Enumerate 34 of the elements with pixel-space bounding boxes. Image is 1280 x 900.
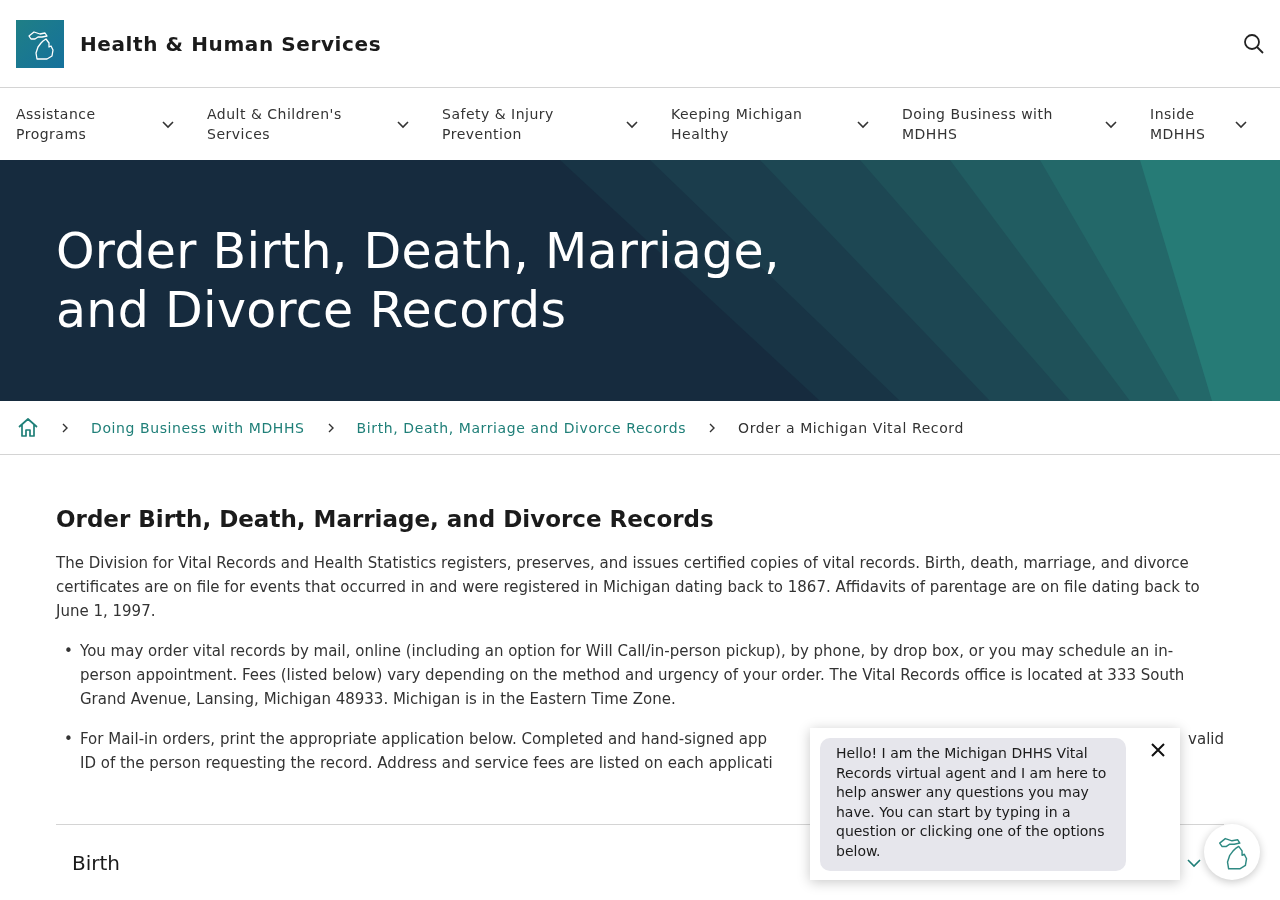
nav-menu-item[interactable]: Safety & Injury Prevention [442,104,613,144]
bullet-marker: • [64,641,70,662]
chevron-down-icon [856,119,870,129]
breadcrumb-current: Order a Michigan Vital Record [738,419,964,436]
nav-menu-item[interactable]: Adult & Children's Services [207,104,384,144]
nav-menu-item[interactable]: Doing Business with MDHHS [902,104,1092,144]
chat-launcher-button[interactable] [1204,824,1260,880]
chevron-right-icon [326,422,335,433]
nav-menu-item[interactable]: Keeping Michigan Healthy [671,104,844,144]
bullet-text: ID of the person requesting the record. Address and service fees are listed on each applicati [80,753,773,774]
home-icon[interactable] [17,417,39,438]
chat-message: Hello! I am the Michigan DHHS Vital Records virtual agent and I am here to help answer any questions you may have. You can start by typing in a question or clicking one of the options below. [820,738,1126,871]
chevron-down-icon [396,119,410,129]
bullet-marker: • [64,729,70,750]
breadcrumb-link[interactable]: Doing Business with MDHHS [91,419,305,436]
search-icon[interactable] [1243,33,1264,54]
bullet-text: For Mail-in orders, print the appropriate application below. Completed and hand-signed app [80,729,767,750]
chevron-down-icon [161,119,175,129]
bullet-text: You may order vital records by mail, online (including an option for Will Call/in-person pickup), by phone, by drop box, or you may schedule an in-person appointment. Fees (listed below) vary depending on the method and urgency of your order. The Vital Records office is located at 333 South Grand Avenue, Lansing, Michigan 48933. Michigan is in the Eastern Time Zone. [80,642,1185,708]
chevron-down-icon [1234,119,1248,129]
page-banner-title: Order Birth, Death, Marriage, and Divorce Records [55,222,781,340]
site-title[interactable]: Health & Human Services [80,31,382,56]
section-heading: Order Birth, Death, Marriage, and Divorce Records [56,505,715,534]
bullet-text: valid [1188,729,1224,750]
chevron-right-icon [61,422,69,433]
nav-menu-item[interactable]: Assistance Programs [16,104,149,144]
logo-icon[interactable] [16,19,64,68]
breadcrumb-link[interactable]: Birth, Death, Marriage and Divorce Records [356,419,687,436]
intro-paragraph: The Division for Vital Records and Health Statistics registers, preserves, and issues certified copies of vital records. Birth, death, marriage, and divorce certificates are on file for events that occurred in and were registered in Michigan dating back to 1867. Affidavits of parentage are on file dating back to June 1, 1997. [56,553,1201,622]
nav-menu-item[interactable]: Inside MDHHS [1150,104,1222,144]
chevron-down-icon [625,119,639,129]
chevron-down-icon [1104,119,1118,129]
chevron-right-icon [708,422,717,433]
close-icon [1150,742,1166,758]
